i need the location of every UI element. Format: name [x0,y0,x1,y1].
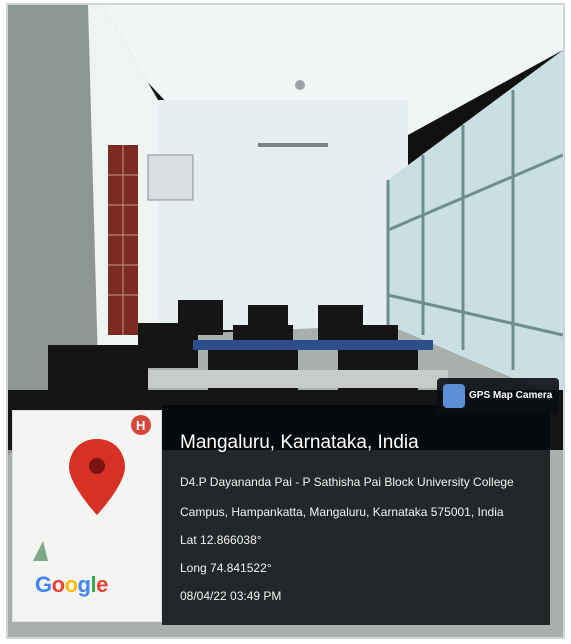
address-line-2: Campus, Hampankatta, Mangaluru, Karnatak… [180,505,504,519]
back-wall [158,100,408,330]
timestamp: 08/04/22 03:49 PM [180,589,282,603]
ac-unit [147,154,194,201]
location-title: Mangaluru, Karnataka, India [180,432,419,453]
gps-map-camera-icon [443,384,465,408]
ceiling-fan [295,80,305,90]
longitude: Long 74.841522° [180,561,272,575]
google-logo: Google [35,572,108,597]
ceiling-light [258,143,328,147]
address-line-1: D4.P Dayananda Pai - P Sathisha Pai Bloc… [180,475,514,489]
desk-edge [193,340,433,350]
badge-label: GPS Map Camera [469,390,553,401]
latitude: Lat 12.866038° [180,533,262,547]
desk-top [148,370,448,388]
gps-map-camera-badge: GPS Map Camera [437,378,559,414]
hospital-marker: H [136,418,145,433]
